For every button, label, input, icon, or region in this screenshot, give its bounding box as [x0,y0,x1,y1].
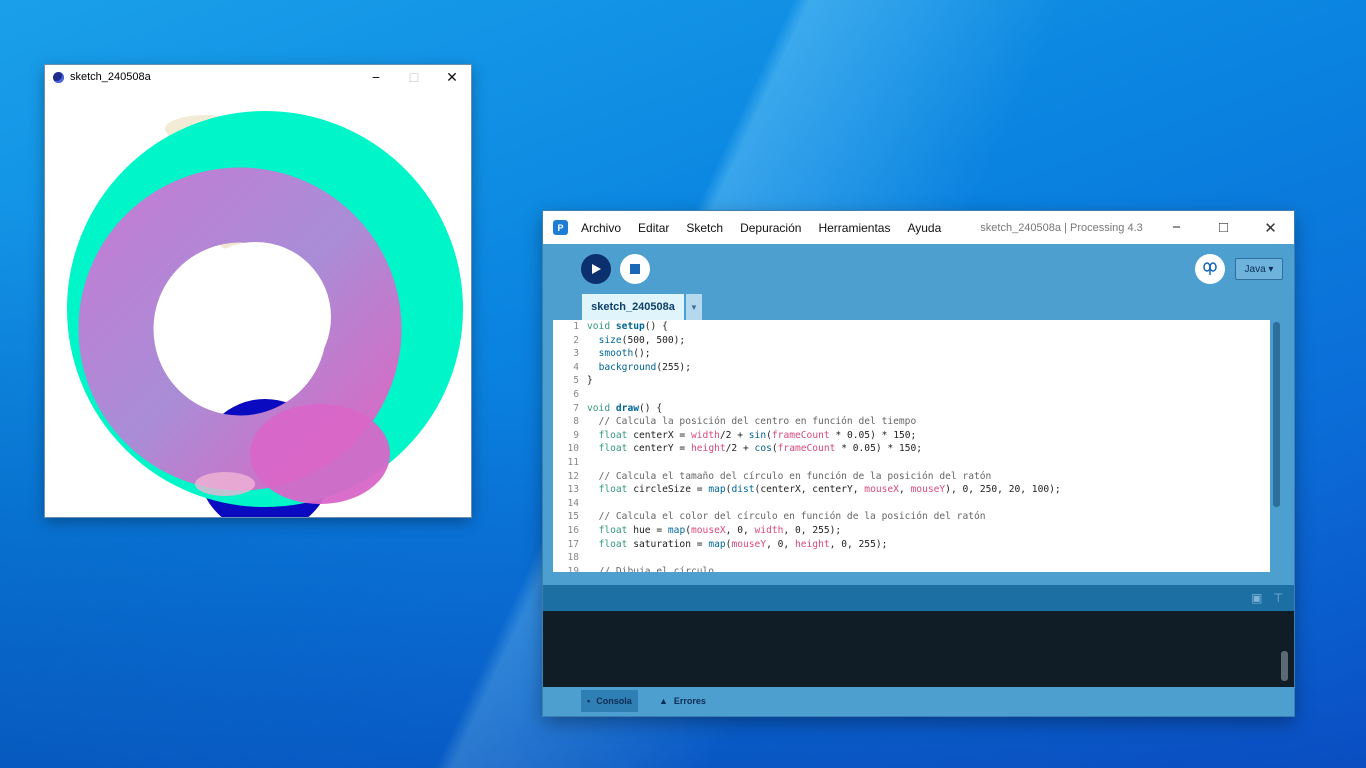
console-area[interactable] [543,611,1294,687]
sketch-titlebar[interactable]: sketch_240508a − □ ✕ [45,65,471,89]
tab-errores-label: Errores [673,696,706,706]
sketch-canvas[interactable] [45,89,471,517]
code-text: void draw() { [587,402,663,414]
processing-ide-window[interactable]: P Archivo Editar Sketch Depuración Herra… [543,211,1294,716]
ide-window-title: sketch_240508a | Processing 4.3 [980,221,1143,234]
stop-button[interactable] [620,254,650,284]
minimize-button[interactable]: − [357,65,395,89]
code-text: } [587,375,593,387]
line-number: 11 [567,457,579,468]
menu-sketch[interactable]: Sketch [686,221,723,235]
menu-editar[interactable]: Editar [638,221,669,235]
play-icon [592,264,601,274]
line-number: 18 [567,552,579,564]
line-number: 13 [567,484,579,496]
line-number: 6 [573,389,579,400]
line-number: 3 [573,348,579,360]
line-number: 9 [573,429,579,441]
close-button[interactable]: ✕ [1247,211,1294,244]
editor-scrollbar[interactable] [1272,320,1282,572]
code-text: float saturation = map(mouseY, 0, height… [598,538,888,550]
code-text: // Calcula el color del círculo en funci… [598,511,986,523]
code-text: // Calcula el tamaño del círculo en func… [598,470,992,482]
butterfly-icon [1203,262,1217,275]
collapse-icon[interactable]: ⊤ [1273,591,1287,605]
tab-menu-button[interactable]: ▼ [686,294,702,320]
tab-strip: sketch_240508a ▼ [543,294,1294,320]
line-number: 19 [567,565,579,572]
code-text: float centerY = height/2 + cos(frameCoun… [598,443,923,455]
sketch-window-title: sketch_240508a [70,71,151,83]
tab-consola[interactable]: ▪ Consola [581,690,638,712]
tab-consola-label: Consola [596,696,632,706]
status-bar: ▣ ⊤ [543,585,1294,611]
run-button[interactable] [581,254,611,284]
processing-logo-icon: P [553,220,568,235]
console-scrollbar[interactable] [1281,651,1288,681]
line-number: 5 [573,375,579,387]
code-text: float circleSize = map(dist(centerX, cen… [598,484,1061,496]
line-number: 2 [573,334,579,346]
minimize-button[interactable]: − [1153,211,1200,244]
processing-app-icon [53,71,64,83]
copy-icon[interactable]: ▣ [1251,591,1265,605]
tab-errores[interactable]: ▲ Errores [653,690,712,712]
pink-blob [250,404,390,504]
line-number: 16 [567,525,579,536]
code-text: background(255); [598,361,691,373]
sketch-window[interactable]: sketch_240508a − □ ✕ [45,65,471,517]
line-number: 10 [567,443,579,455]
maximize-button: □ [409,69,419,85]
line-number: 1 [573,321,579,332]
debug-button[interactable] [1195,254,1225,284]
menu-ayuda[interactable]: Ayuda [907,221,941,235]
menu-depuracion[interactable]: Depuración [740,221,801,235]
ide-toolbar: Java ▾ [543,244,1294,294]
code-text: float hue = map(mouseX, 0, width, 0, 255… [598,525,842,536]
line-number: 17 [567,538,579,550]
maximize-button[interactable]: □ [1200,211,1247,244]
editor-scrollbar-thumb[interactable] [1273,322,1280,507]
code-text: void setup() { [587,321,668,332]
tab-sketch[interactable]: sketch_240508a [582,294,684,320]
line-number: 12 [567,470,579,482]
code-text: float centerX = width/2 + sin(frameCount… [598,429,917,441]
code-text: // Dibuja el círculo [598,565,715,572]
warning-icon: ▲ [659,696,668,706]
code-text: size(500, 500); [598,334,686,346]
line-number: 8 [573,416,579,428]
code-text: // Calcula la posición del centro en fun… [598,416,917,428]
mode-selector[interactable]: Java ▾ [1235,258,1283,280]
code-text: smooth(); [598,348,651,360]
sketch-drawing [67,111,463,517]
line-number: 7 [573,402,579,414]
menu-archivo[interactable]: Archivo [581,221,621,235]
ide-titlebar[interactable]: P Archivo Editar Sketch Depuración Herra… [543,211,1294,244]
line-number: 15 [567,511,579,523]
terminal-icon: ▪ [587,696,591,706]
code-editor[interactable]: 1 void setup() { 2 size(500, 500); 3 smooth… [553,320,1270,572]
pink-highlight [195,472,255,496]
line-number: 14 [567,497,579,509]
close-button[interactable]: ✕ [433,65,471,89]
menu-herramientas[interactable]: Herramientas [818,221,890,235]
console-tabs: ▪ Consola ▲ Errores [543,687,1294,716]
stop-icon [630,264,640,274]
center-hole [181,242,331,392]
line-number: 4 [573,361,579,373]
